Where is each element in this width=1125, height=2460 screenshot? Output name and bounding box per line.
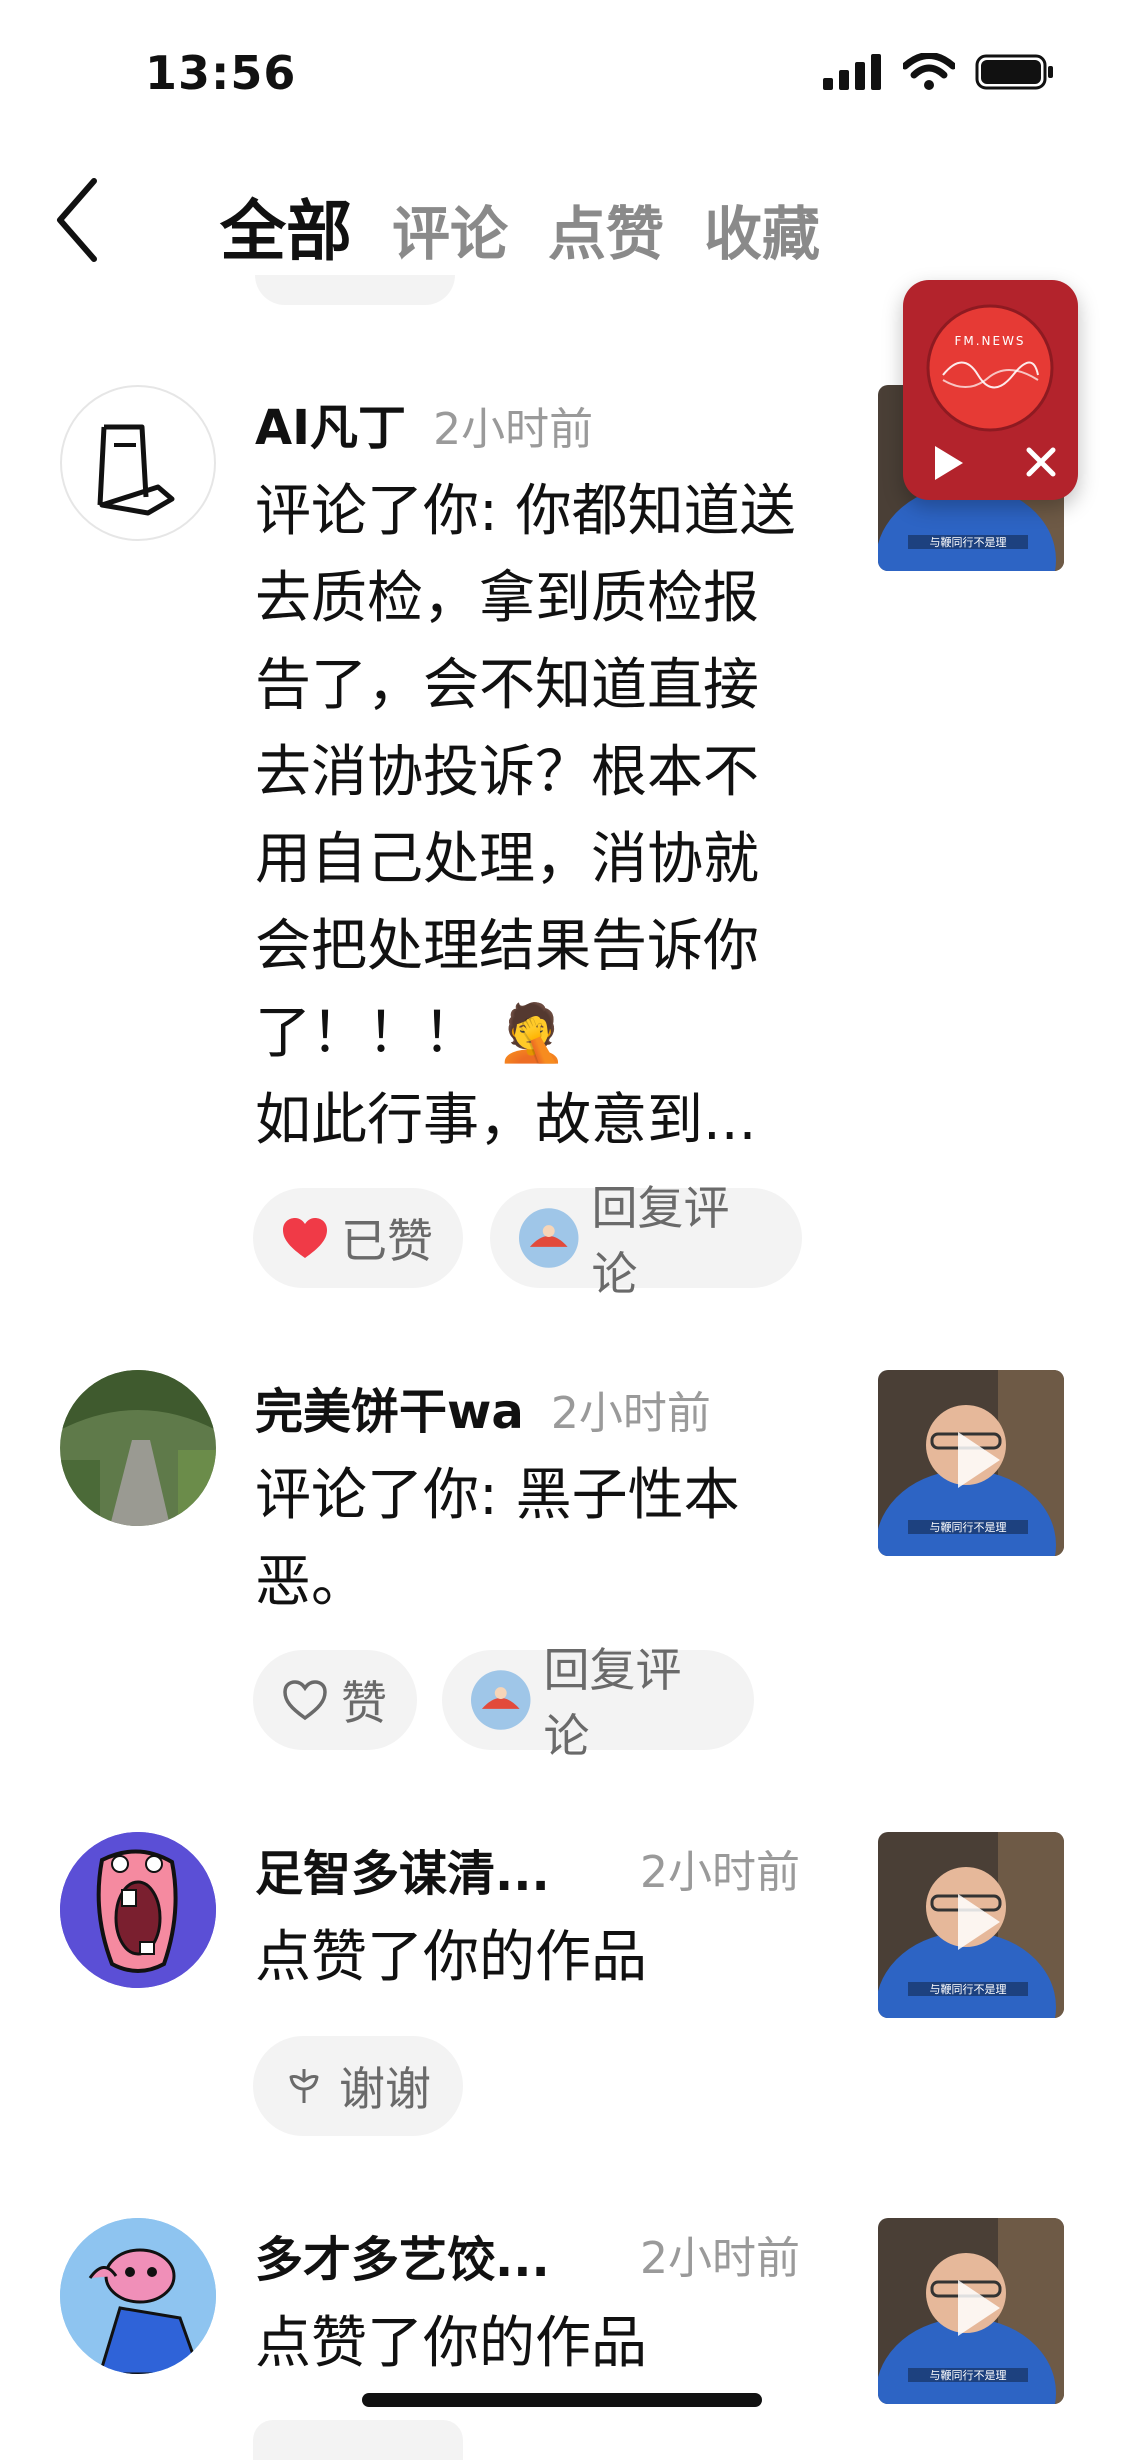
timestamp: 2小时前 — [550, 1388, 711, 1439]
video-thumbnail[interactable]: 与鞭同行不是理 — [878, 1832, 1064, 2018]
comment-text[interactable]: 评论了你: 黑子性本 恶。 — [255, 1452, 740, 1626]
avatar[interactable] — [60, 1370, 216, 1526]
comment-line: 会把处理结果告诉你 — [255, 914, 759, 979]
thanks-label: 谢谢 — [339, 2062, 431, 2116]
notification-text: 点赞了你的作品 — [255, 1914, 647, 2001]
previous-pill-stub — [255, 275, 455, 305]
timestamp: 2小时前 — [433, 404, 594, 455]
comment-line: 用自己处理，消协就 — [255, 827, 759, 892]
close-icon — [1026, 447, 1056, 477]
like-button[interactable]: 赞 — [253, 1650, 417, 1750]
comment-line: 告了，会不知道直接 — [255, 653, 759, 718]
video-thumbnail[interactable]: 与鞭同行不是理 — [878, 2218, 1064, 2404]
garden-path-photo-icon — [60, 1370, 216, 1526]
thumbnail-caption: 与鞭同行不是理 — [930, 535, 1007, 549]
signal-icon — [823, 54, 881, 90]
ai-fanding-logo-icon — [97, 424, 175, 516]
back-button[interactable] — [50, 175, 110, 265]
comment-text[interactable]: 评论了你: 你都知道送 去质检，拿到质检报 告了，会不知道直接 去消协投诉？根本… — [255, 468, 796, 1164]
like-label: 赞 — [341, 1676, 387, 1730]
reply-label: 回复评论 — [543, 1643, 682, 1763]
comment-line: 去消协投诉？根本不 — [255, 740, 759, 805]
status-time: 13:56 — [145, 46, 297, 100]
tab-favorites[interactable]: 收藏 — [704, 187, 820, 271]
like-label: 已赞 — [341, 1214, 433, 1268]
cartoon-character-avatar-icon — [60, 2218, 216, 2374]
avatar[interactable] — [60, 385, 216, 541]
comment-line: 如此行事，故意到... — [255, 1088, 757, 1153]
notification-text: 点赞了你的作品 — [255, 2300, 647, 2387]
video-thumbnail-image: 与鞭同行不是理 — [878, 2218, 1064, 2404]
user-name[interactable]: AI凡丁 — [255, 400, 406, 456]
video-thumbnail-image: 与鞭同行不是理 — [878, 1832, 1064, 2018]
video-thumbnail-image: 与鞭同行不是理 — [878, 1370, 1064, 1556]
timestamp: 2小时前 — [640, 1847, 800, 1898]
tab-bar: 全部 评论 点赞 收藏 — [220, 178, 820, 274]
play-icon — [935, 446, 963, 480]
heart-filled-icon — [283, 1218, 327, 1258]
user-name[interactable]: 足智多谋清... — [255, 1834, 550, 1904]
thumbnail-caption: 与鞭同行不是理 — [930, 1520, 1007, 1534]
wifi-icon — [903, 53, 955, 90]
reply-label: 回复评论 — [591, 1181, 730, 1301]
thumbnail-caption: 与鞭同行不是理 — [930, 1982, 1007, 1996]
video-thumbnail[interactable]: 与鞭同行不是理 — [878, 1370, 1064, 1556]
thumbnail-caption: 与鞭同行不是理 — [930, 2368, 1007, 2382]
tab-likes[interactable]: 点赞 — [548, 187, 664, 271]
reply-comment-button[interactable]: 回复评论 — [490, 1181, 802, 1301]
notification-line: 点赞了你的作品 — [255, 1925, 647, 1990]
user-name[interactable]: 多才多艺饺... — [255, 2220, 550, 2290]
reply-comment-button[interactable]: 回复评论 — [442, 1643, 754, 1763]
user-avatar-icon — [518, 1208, 579, 1268]
comment-line: 评论了你: 黑子性本 — [255, 1463, 740, 1528]
battery-icon — [975, 54, 1053, 90]
play-button[interactable] — [925, 440, 971, 486]
comment-line: 评论了你: 你都知道送 — [255, 479, 796, 544]
cartoon-mouth-avatar-icon — [60, 1832, 216, 1988]
flower-icon — [289, 2069, 319, 2103]
close-button[interactable] — [1021, 442, 1061, 482]
tab-comments[interactable]: 评论 — [392, 187, 508, 271]
comment-line: 恶。 — [255, 1550, 367, 1615]
avatar[interactable] — [60, 1832, 216, 1988]
tab-all[interactable]: 全部 — [220, 178, 352, 274]
timestamp: 2小时前 — [640, 2233, 800, 2284]
thanks-button[interactable]: 谢谢 — [253, 2036, 463, 2136]
heart-outline-icon — [283, 1680, 327, 1721]
status-icons — [823, 52, 1055, 92]
notification-line: 点赞了你的作品 — [255, 2311, 647, 2376]
mini-player[interactable]: FM.NEWS — [903, 280, 1078, 500]
next-pill-stub — [253, 2420, 463, 2460]
liked-button[interactable]: 已赞 — [253, 1188, 463, 1288]
comment-line: 去质检，拿到质检报 — [255, 566, 759, 631]
comment-line: 了！！！ 🤦 — [255, 1001, 567, 1066]
user-name[interactable]: 完美饼干wa — [255, 1384, 524, 1440]
chevron-left-icon — [57, 178, 97, 262]
avatar[interactable] — [60, 2218, 216, 2374]
player-label: FM.NEWS — [954, 334, 1025, 348]
home-indicator[interactable] — [362, 2393, 762, 2407]
user-avatar-icon — [470, 1670, 531, 1730]
